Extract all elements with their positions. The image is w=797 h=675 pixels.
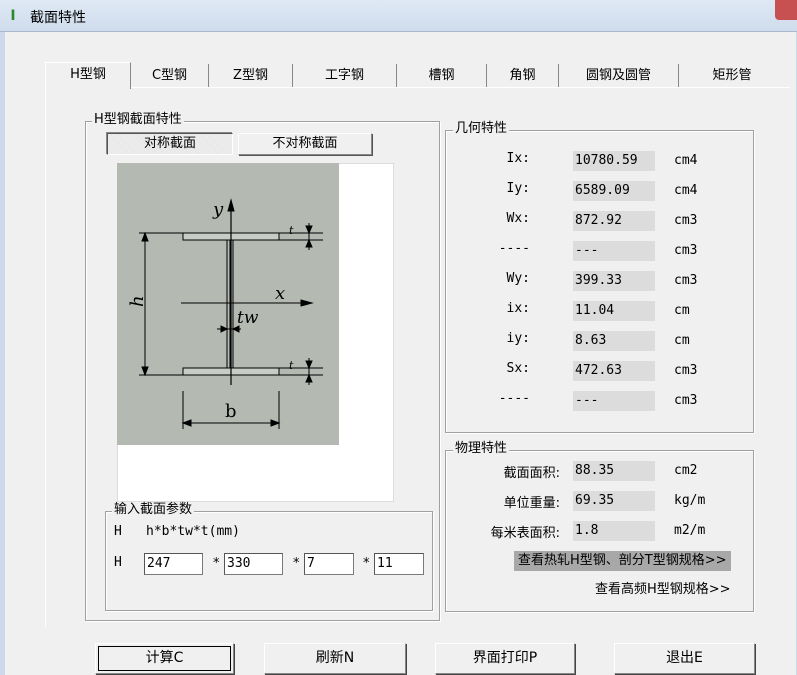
exit-button[interactable]: 退出E [614,643,755,674]
app-icon: I [10,8,16,24]
section-group-label: H型钢截面特性 [92,112,184,127]
window-title: 截面特性 [30,10,86,26]
geometry-prop-value: 399.33 [573,271,655,291]
tab-channel[interactable]: 槽钢 [397,64,487,88]
asymmetric-button[interactable]: 不对称截面 [238,133,372,155]
formula-prefix: H [114,524,122,539]
geometry-prop-unit: cm3 [674,273,698,288]
hot-rolled-spec-link[interactable]: 查看热轧H型钢、剖分T型钢规格>> [514,551,731,571]
geometry-prop-unit: cm4 [674,153,698,168]
geometry-prop-value: 472.63 [573,361,655,381]
geometry-prop-value: 872.92 [573,211,655,231]
diagram-label-x: x [275,283,285,304]
symmetric-button[interactable]: 对称截面 [107,133,233,155]
tab-c-steel[interactable]: C型钢 [131,64,209,88]
geometry-prop-value: 8.63 [573,331,655,351]
physical-prop-value: 69.35 [573,491,655,511]
h-input[interactable]: 247 [144,553,203,575]
tab-h-steel[interactable]: H型钢 [45,62,131,89]
diagram-label-t-top: t [289,224,294,237]
physical-prop-unit: cm2 [674,463,698,478]
physical-group-label: 物理特性 [453,441,510,456]
tab-strip: H型钢 C型钢 Z型钢 工字钢 槽钢 角钢 圆钢及圆管 矩形管 [45,62,790,89]
times-sign: * [293,556,300,571]
high-freq-spec-link[interactable]: 查看高频H型钢规格>> [595,580,731,600]
geometry-prop-value: 6589.09 [573,181,655,201]
diagram-label-b: b [225,401,237,422]
diagram-label-tw: tw [237,308,259,328]
times-sign: * [363,556,370,571]
title-bar: I 截面特性 [0,0,797,32]
tab-angle[interactable]: 角钢 [487,64,559,88]
h-section-drawing: y x h b tw t t [127,198,323,429]
geometry-prop-unit: cm [674,333,690,348]
calculate-button[interactable]: 计算C [95,643,234,674]
geometry-prop-name: Iy: [506,181,530,196]
tab-round-tube[interactable]: 圆钢及圆管 [559,64,679,88]
geometry-prop-unit: cm3 [674,363,698,378]
geometry-prop-value: --- [573,241,655,261]
geometry-prop-name: ix: [506,301,530,316]
diagram-label-h: h [127,295,148,307]
geometry-prop-value: 11.04 [573,301,655,321]
tab-z-steel[interactable]: Z型钢 [209,64,293,88]
t-input[interactable]: 11 [374,553,424,575]
geometry-prop-unit: cm [674,303,690,318]
geometry-prop-name: Wx: [506,211,530,226]
geometry-prop-unit: cm3 [674,393,698,408]
diagram-label-t-bottom: t [289,359,294,372]
formula-label: h*b*tw*t(mm) [146,524,240,539]
geometry-group-label: 几何特性 [453,121,510,136]
b-input[interactable]: 330 [224,553,283,575]
tw-input[interactable]: 7 [304,553,354,575]
physical-prop-value: 1.8 [573,521,655,541]
geometry-prop-name: Ix: [506,151,530,166]
refresh-button[interactable]: 刷新N [264,643,406,674]
times-sign: * [213,556,220,571]
geometry-prop-name: iy: [506,331,530,346]
print-button[interactable]: 界面打印P [435,643,575,674]
geometry-prop-name: Wy: [506,271,530,286]
physical-prop-name: 每米表面积: [490,526,560,541]
geometry-prop-value: --- [573,391,655,411]
input-row-prefix: H [114,555,122,570]
physical-prop-unit: m2/m [674,523,706,538]
physical-prop-unit: kg/m [674,493,706,508]
physical-prop-value: 88.35 [573,461,655,481]
geometry-prop-name: Sx: [506,361,530,376]
geometry-prop-unit: cm3 [674,243,698,258]
input-group-label: 输入截面参数 [112,502,195,517]
close-button[interactable] [775,0,797,20]
physical-prop-name: 单位重量: [503,496,560,511]
geometry-prop-name: ---- [498,241,530,256]
diagram-label-y: y [212,199,224,220]
tab-rect-tube[interactable]: 矩形管 [679,64,785,88]
geometry-prop-unit: cm3 [674,213,698,228]
physical-prop-name: 截面面积: [503,466,560,481]
geometry-prop-unit: cm4 [674,183,698,198]
h-section-diagram: y x h b tw t t [117,163,339,445]
geometry-prop-value: 10780.59 [573,151,655,171]
tab-i-beam[interactable]: 工字钢 [293,64,397,88]
geometry-prop-name: ---- [498,391,530,406]
